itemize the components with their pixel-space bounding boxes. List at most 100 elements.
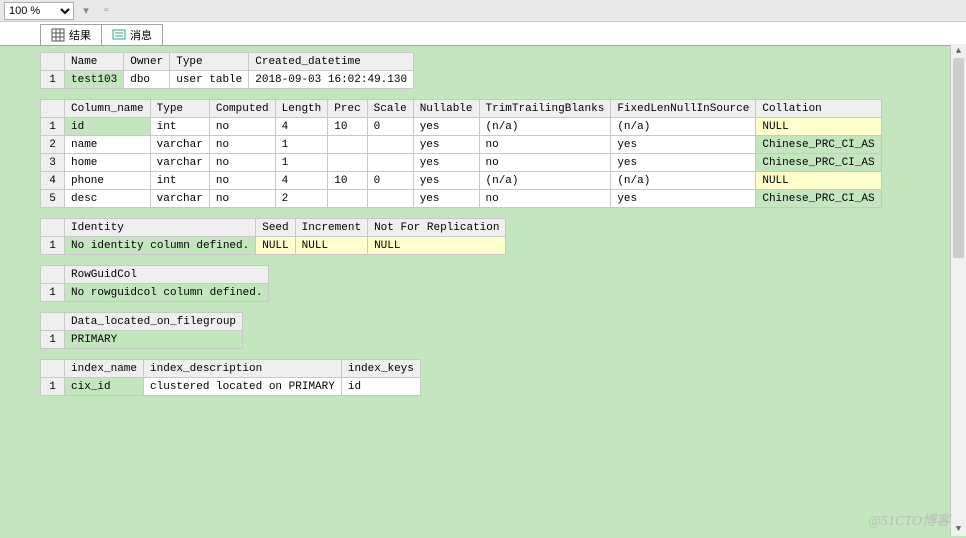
cell: id xyxy=(65,118,151,136)
col-header[interactable]: Seed xyxy=(256,219,295,237)
col-header[interactable] xyxy=(41,219,65,237)
cell xyxy=(328,190,367,208)
cell: (n/a) xyxy=(611,118,756,136)
cell: int xyxy=(150,118,209,136)
cell: id xyxy=(341,378,420,396)
col-header[interactable]: Name xyxy=(65,53,124,71)
row-num: 5 xyxy=(41,190,65,208)
cell: varchar xyxy=(150,136,209,154)
cell: 0 xyxy=(367,118,413,136)
cell: NULL xyxy=(295,237,367,255)
col-header[interactable]: Type xyxy=(150,100,209,118)
col-header[interactable]: Prec xyxy=(328,100,367,118)
grid-icon xyxy=(51,28,65,42)
cell: 10 xyxy=(328,172,367,190)
table-row[interactable]: 1 No rowguidcol column defined. xyxy=(41,284,269,302)
cell: varchar xyxy=(150,154,209,172)
cell xyxy=(367,154,413,172)
scroll-up-icon[interactable]: ▲ xyxy=(951,44,966,58)
col-header[interactable] xyxy=(41,360,65,378)
toolbar-button-1[interactable]: ▾ xyxy=(78,3,94,19)
tab-results-label: 结果 xyxy=(69,27,91,43)
cell: no xyxy=(479,154,611,172)
cell: No identity column defined. xyxy=(65,237,256,255)
results-pane: Name Owner Type Created_datetime 1 test1… xyxy=(0,46,966,538)
row-num: 2 xyxy=(41,136,65,154)
col-header[interactable]: FixedLenNullInSource xyxy=(611,100,756,118)
cell: cix_id xyxy=(65,378,144,396)
cell: name xyxy=(65,136,151,154)
cell: (n/a) xyxy=(479,118,611,136)
col-header[interactable]: Computed xyxy=(209,100,275,118)
table-row[interactable]: 1 cix_id clustered located on PRIMARY id xyxy=(41,378,421,396)
tab-messages[interactable]: 消息 xyxy=(101,24,163,45)
row-num: 4 xyxy=(41,172,65,190)
scroll-thumb[interactable] xyxy=(953,58,964,258)
cell: (n/a) xyxy=(611,172,756,190)
col-header[interactable]: Nullable xyxy=(413,100,479,118)
col-header[interactable] xyxy=(41,100,65,118)
scroll-down-icon[interactable]: ▼ xyxy=(951,522,966,536)
cell: (n/a) xyxy=(479,172,611,190)
cell: yes xyxy=(413,190,479,208)
row-num: 1 xyxy=(41,284,65,302)
cell xyxy=(328,136,367,154)
col-header[interactable]: TrimTrailingBlanks xyxy=(479,100,611,118)
cell: 2018-09-03 16:02:49.130 xyxy=(249,71,414,89)
col-header[interactable]: Collation xyxy=(756,100,881,118)
cell: no xyxy=(209,190,275,208)
col-header[interactable]: index_description xyxy=(144,360,342,378)
row-num: 1 xyxy=(41,331,65,349)
cell: 4 xyxy=(275,172,328,190)
cell: 2 xyxy=(275,190,328,208)
table-row[interactable]: 1 PRIMARY xyxy=(41,331,243,349)
grid-identity: Identity Seed Increment Not For Replicat… xyxy=(40,218,506,255)
grid-table-info: Name Owner Type Created_datetime 1 test1… xyxy=(40,52,414,89)
cell: desc xyxy=(65,190,151,208)
table-row[interactable]: 4phoneintno4100yes(n/a)(n/a)NULL xyxy=(41,172,882,190)
row-num: 1 xyxy=(41,237,65,255)
table-row[interactable]: 1idintno4100yes(n/a)(n/a)NULL xyxy=(41,118,882,136)
col-header[interactable] xyxy=(41,266,65,284)
col-header[interactable] xyxy=(41,53,65,71)
messages-icon xyxy=(112,28,126,42)
col-header[interactable]: Created_datetime xyxy=(249,53,414,71)
grid-columns: Column_name Type Computed Length Prec Sc… xyxy=(40,99,882,208)
cell: phone xyxy=(65,172,151,190)
col-header[interactable]: Type xyxy=(170,53,249,71)
cell: dbo xyxy=(124,71,170,89)
zoom-select[interactable]: 100 % xyxy=(4,2,74,20)
cell: 4 xyxy=(275,118,328,136)
col-header[interactable]: Not For Replication xyxy=(368,219,506,237)
table-row[interactable]: 1 test103 dbo user table 2018-09-03 16:0… xyxy=(41,71,414,89)
col-header[interactable]: index_keys xyxy=(341,360,420,378)
cell xyxy=(367,136,413,154)
col-header[interactable]: index_name xyxy=(65,360,144,378)
table-row[interactable]: 3homevarcharno1yesnoyesChinese_PRC_CI_AS xyxy=(41,154,882,172)
col-header[interactable]: Owner xyxy=(124,53,170,71)
table-row[interactable]: 2namevarcharno1yesnoyesChinese_PRC_CI_AS xyxy=(41,136,882,154)
col-header[interactable]: Increment xyxy=(295,219,367,237)
vertical-scrollbar[interactable]: ▲ ▼ xyxy=(950,44,966,536)
cell: yes xyxy=(413,118,479,136)
cell: varchar xyxy=(150,190,209,208)
col-header[interactable]: Identity xyxy=(65,219,256,237)
col-header[interactable]: Data_located_on_filegroup xyxy=(65,313,243,331)
toolbar-button-2[interactable]: ▫ xyxy=(98,3,114,19)
tab-results[interactable]: 结果 xyxy=(40,24,102,45)
cell: test103 xyxy=(65,71,124,89)
cell: no xyxy=(209,136,275,154)
table-row[interactable]: 1 No identity column defined. NULL NULL … xyxy=(41,237,506,255)
row-num: 3 xyxy=(41,154,65,172)
col-header[interactable]: Column_name xyxy=(65,100,151,118)
grid-indexes: index_name index_description index_keys … xyxy=(40,359,421,396)
cell: clustered located on PRIMARY xyxy=(144,378,342,396)
col-header[interactable]: RowGuidCol xyxy=(65,266,269,284)
cell: int xyxy=(150,172,209,190)
col-header[interactable]: Scale xyxy=(367,100,413,118)
col-header[interactable] xyxy=(41,313,65,331)
cell: yes xyxy=(413,136,479,154)
col-header[interactable]: Length xyxy=(275,100,328,118)
cell: yes xyxy=(611,190,756,208)
table-row[interactable]: 5descvarcharno2yesnoyesChinese_PRC_CI_AS xyxy=(41,190,882,208)
